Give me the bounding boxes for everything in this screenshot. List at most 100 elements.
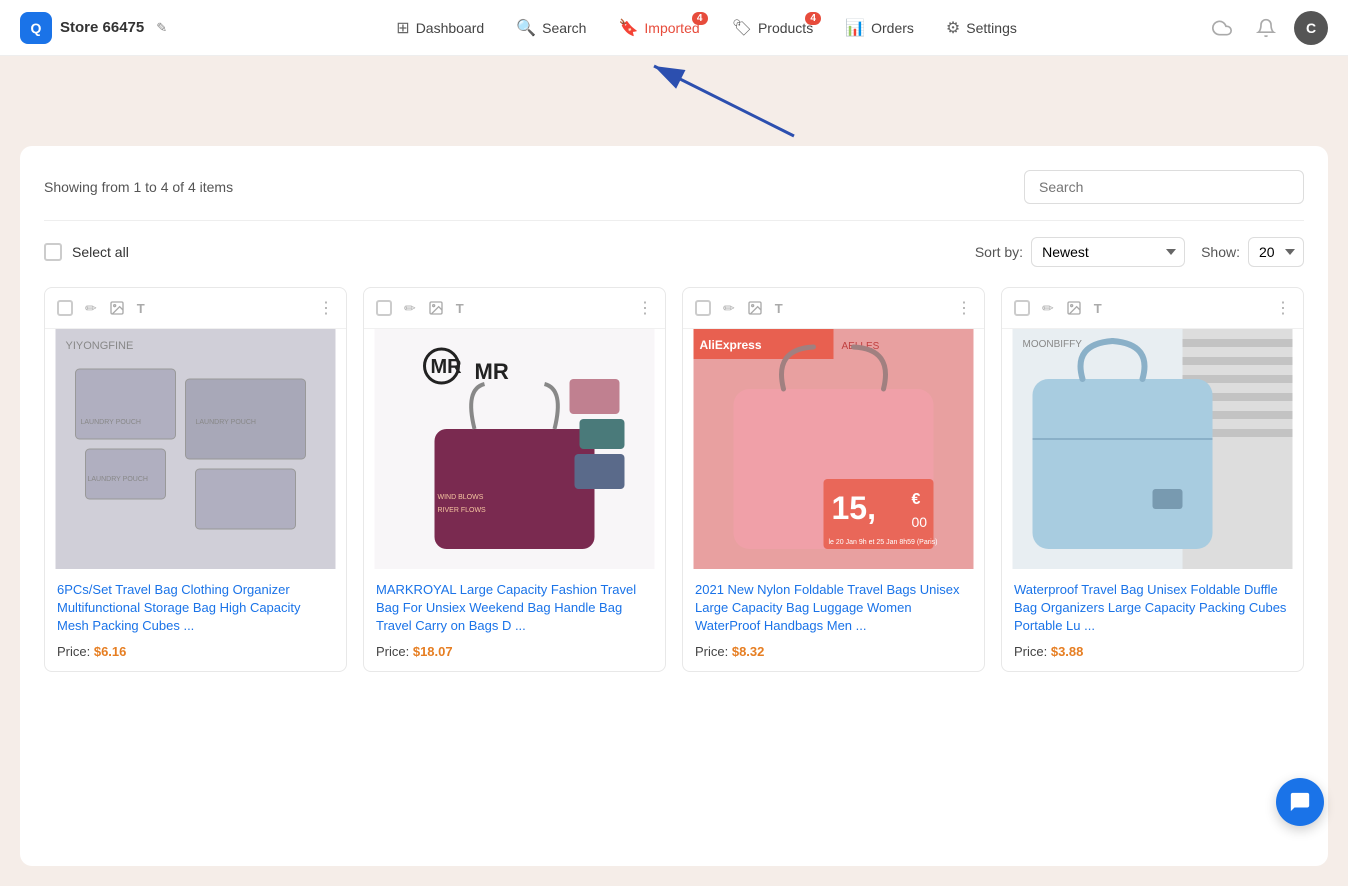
sort-show-wrap: Sort by: Newest Oldest Price: Low to Hig…	[975, 237, 1304, 267]
card-dots-1[interactable]: ⋮	[318, 298, 334, 318]
svg-text:MR: MR	[475, 359, 509, 384]
nav-item-settings[interactable]: ⚙ Settings	[932, 10, 1031, 46]
svg-text:00: 00	[912, 514, 928, 530]
sort-by-select[interactable]: Newest Oldest Price: Low to High Price: …	[1031, 237, 1185, 267]
nav-label-search: Search	[542, 20, 586, 36]
product-info-3: 2021 New Nylon Foldable Travel Bags Unis…	[683, 569, 984, 671]
show-select[interactable]: 20 40 60 80	[1248, 237, 1304, 267]
product-title-1[interactable]: 6PCs/Set Travel Bag Clothing Organizer M…	[57, 581, 334, 636]
product-image-2: MR MR WIND BLOWS RIVER FLOWS	[364, 329, 665, 569]
brand-name: Store 66475	[60, 19, 144, 36]
svg-text:LAUNDRY POUCH: LAUNDRY POUCH	[81, 419, 141, 426]
nav-item-products[interactable]: 🏷 Products 4	[718, 10, 828, 46]
products-badge: 4	[805, 12, 821, 25]
card-toolbar: ✏ T ⋮	[45, 288, 346, 329]
product-card: ✏ T ⋮ MOONBIFFY	[1001, 287, 1304, 672]
price-value-2: $18.07	[413, 644, 453, 659]
card-checkbox-2[interactable]	[376, 300, 392, 316]
toolbar-top: Showing from 1 to 4 of 4 items	[44, 170, 1304, 204]
product-image-3: AliExpress AELLES 15, € 00 le 20 Jan 9h …	[683, 329, 984, 569]
nav-item-dashboard[interactable]: ⊞ Dashboard	[382, 10, 498, 46]
product-grid: ✏ T ⋮ YIYONGFINE LAUNDRY POUCH LAUNDRY P…	[44, 287, 1304, 672]
svg-text:YIYONGFINE: YIYONGFINE	[66, 340, 134, 352]
search-input[interactable]	[1024, 170, 1304, 204]
card-edit-icon-2[interactable]: ✏	[404, 300, 416, 317]
svg-text:LAUNDRY POUCH: LAUNDRY POUCH	[88, 476, 148, 483]
settings-icon: ⚙	[946, 18, 960, 38]
notification-icon-btn[interactable]	[1250, 12, 1282, 44]
svg-text:€: €	[912, 491, 921, 508]
chat-button[interactable]	[1276, 778, 1324, 826]
card-edit-icon-4[interactable]: ✏	[1042, 300, 1054, 317]
nav-item-imported[interactable]: 🔖 Imported 4	[604, 10, 713, 46]
card-text-icon-4[interactable]: T	[1094, 301, 1102, 316]
select-all-checkbox[interactable]	[44, 243, 62, 261]
card-image-icon-4[interactable]	[1066, 300, 1082, 316]
annotation-arrow-svg	[594, 56, 894, 146]
products-icon: 🏷	[732, 18, 752, 38]
card-dots-4[interactable]: ⋮	[1275, 298, 1291, 318]
brand-icon: Q	[20, 12, 52, 44]
card-edit-icon-3[interactable]: ✏	[723, 300, 735, 317]
product-price-3: Price: $8.32	[695, 644, 972, 659]
card-text-icon-3[interactable]: T	[775, 301, 783, 316]
user-avatar[interactable]: C	[1294, 11, 1328, 45]
show-label: Show:	[1201, 244, 1240, 260]
nav-label-dashboard: Dashboard	[416, 20, 485, 36]
svg-text:MR: MR	[431, 356, 463, 378]
card-dots-2[interactable]: ⋮	[637, 298, 653, 318]
product-card: ✏ T ⋮ MR MR WIND BLOWS	[363, 287, 666, 672]
search-input-wrap	[1024, 170, 1304, 204]
price-value-4: $3.88	[1051, 644, 1084, 659]
brand[interactable]: Q Store 66475 ✎	[20, 12, 167, 44]
svg-text:AliExpress: AliExpress	[700, 338, 762, 352]
nav-item-search[interactable]: 🔍 Search	[502, 10, 600, 46]
svg-text:le 20 Jan 9h et 25 Jan 8h59 (P: le 20 Jan 9h et 25 Jan 8h59 (Paris)	[829, 539, 938, 546]
toolbar-bottom: Select all Sort by: Newest Oldest Price:…	[44, 237, 1304, 267]
navbar: Q Store 66475 ✎ ⊞ Dashboard 🔍 Search 🔖 I…	[0, 0, 1348, 56]
card-text-icon-1[interactable]: T	[137, 301, 145, 316]
show-group: Show: 20 40 60 80	[1201, 237, 1304, 267]
product-info-4: Waterproof Travel Bag Unisex Foldable Du…	[1002, 569, 1303, 671]
card-image-icon-1[interactable]	[109, 300, 125, 316]
divider	[44, 220, 1304, 221]
card-image-icon-2[interactable]	[428, 300, 444, 316]
card-checkbox-1[interactable]	[57, 300, 73, 316]
card-checkbox-4[interactable]	[1014, 300, 1030, 316]
card-edit-icon-1[interactable]: ✏	[85, 300, 97, 317]
product-card: ✏ T ⋮ YIYONGFINE LAUNDRY POUCH LAUNDRY P…	[44, 287, 347, 672]
dashboard-icon: ⊞	[396, 18, 409, 38]
svg-text:LAUNDRY POUCH: LAUNDRY POUCH	[196, 419, 256, 426]
product-title-2[interactable]: MARKROYAL Large Capacity Fashion Travel …	[376, 581, 653, 636]
card-dots-3[interactable]: ⋮	[956, 298, 972, 318]
product-info-1: 6PCs/Set Travel Bag Clothing Organizer M…	[45, 569, 346, 671]
product-title-3[interactable]: 2021 New Nylon Foldable Travel Bags Unis…	[695, 581, 972, 636]
main-wrapper: Showing from 1 to 4 of 4 items Select al…	[0, 136, 1348, 886]
imported-icon: 🔖	[618, 18, 638, 38]
search-nav-icon: 🔍	[516, 18, 536, 38]
price-value-3: $8.32	[732, 644, 765, 659]
cloud-icon-btn[interactable]	[1206, 12, 1238, 44]
brand-edit-icon[interactable]: ✎	[156, 20, 167, 36]
nav-links: ⊞ Dashboard 🔍 Search 🔖 Imported 4 🏷 Prod…	[207, 10, 1206, 46]
card-image-icon-3[interactable]	[747, 300, 763, 316]
svg-text:MOONBIFFY: MOONBIFFY	[1023, 339, 1083, 350]
card-checkbox-3[interactable]	[695, 300, 711, 316]
nav-label-products: Products	[758, 20, 813, 36]
product-card: ✏ T ⋮ AliExpress AELLES 15, € 00	[682, 287, 985, 672]
svg-text:WIND BLOWS: WIND BLOWS	[438, 494, 484, 501]
imported-badge: 4	[692, 12, 708, 25]
content-card: Showing from 1 to 4 of 4 items Select al…	[20, 146, 1328, 866]
price-value-1: $6.16	[94, 644, 127, 659]
product-title-4[interactable]: Waterproof Travel Bag Unisex Foldable Du…	[1014, 581, 1291, 636]
sort-by-group: Sort by: Newest Oldest Price: Low to Hig…	[975, 237, 1185, 267]
svg-text:15,: 15,	[832, 490, 876, 526]
annotation-container	[0, 56, 1348, 136]
card-text-icon-2[interactable]: T	[456, 301, 464, 316]
product-price-1: Price: $6.16	[57, 644, 334, 659]
select-all-wrap: Select all	[44, 243, 129, 261]
card-toolbar: ✏ T ⋮	[364, 288, 665, 329]
nav-item-orders[interactable]: 📊 Orders	[831, 10, 928, 46]
product-info-2: MARKROYAL Large Capacity Fashion Travel …	[364, 569, 665, 671]
select-all-label: Select all	[72, 244, 129, 260]
